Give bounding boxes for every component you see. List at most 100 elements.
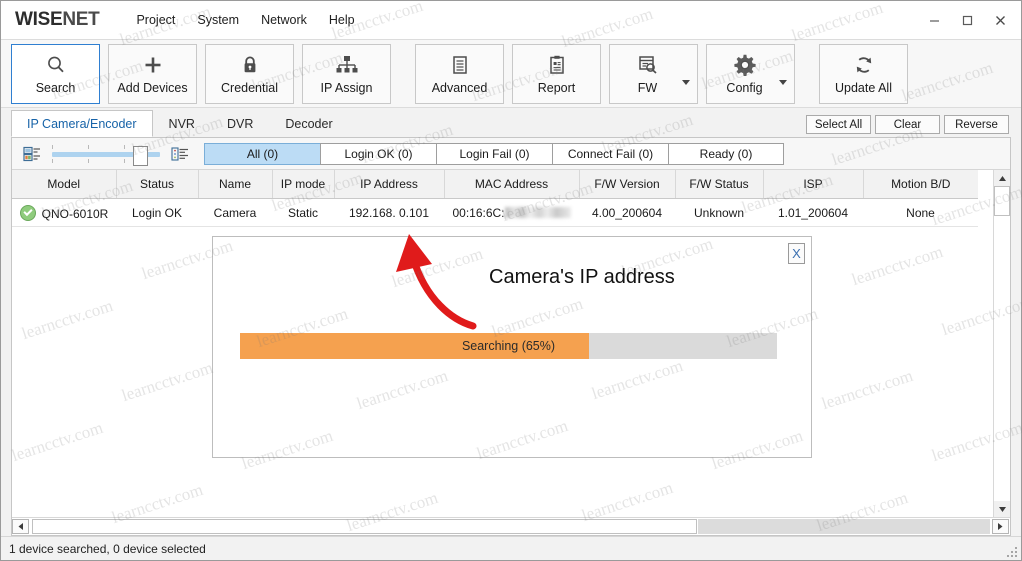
brand-wise-text: WISE xyxy=(15,9,62,31)
main-toolbar: Search Add Devices Credential xyxy=(1,40,1021,108)
filter-ready[interactable]: Ready (0) xyxy=(668,143,784,165)
cell-mac-address: 00:16:6C: xyxy=(444,199,579,227)
table-row[interactable]: QNO-6010R Login OK Camera Static 192.168… xyxy=(12,199,978,227)
toolbar-label-ip-assign: IP Assign xyxy=(321,81,373,95)
status-bar: 1 device searched, 0 device selected xyxy=(1,536,1021,560)
progress-label: Searching (65%) xyxy=(240,333,777,359)
column-header-isp[interactable]: ISP xyxy=(763,170,863,199)
menu-item-network[interactable]: Network xyxy=(250,9,318,31)
filter-bar: All (0) Login OK (0) Login Fail (0) Conn… xyxy=(12,138,1010,170)
vertical-scroll-thumb[interactable] xyxy=(994,186,1010,216)
table-header-row: Model Status Name IP mode IP Address MAC… xyxy=(12,170,978,199)
chevron-down-icon[interactable] xyxy=(682,80,690,85)
filter-login-fail[interactable]: Login Fail (0) xyxy=(436,143,552,165)
column-header-fw-status[interactable]: F/W Status xyxy=(675,170,763,199)
plus-icon xyxy=(142,52,164,78)
toolbar-label-update-all: Update All xyxy=(835,81,892,95)
toolbar-button-fw[interactable]: FW xyxy=(609,44,698,104)
horizontal-scrollbar[interactable] xyxy=(12,517,1010,535)
resize-grip[interactable] xyxy=(1005,545,1017,557)
lock-icon xyxy=(239,52,261,78)
minimize-button[interactable] xyxy=(918,5,951,35)
menu-item-project[interactable]: Project xyxy=(125,9,186,31)
vertical-scrollbar[interactable] xyxy=(993,170,1010,517)
tab-ip-camera-encoder[interactable]: IP Camera/Encoder xyxy=(11,110,153,137)
brand-net-text: NET xyxy=(62,9,99,31)
column-header-ip-mode[interactable]: IP mode xyxy=(272,170,334,199)
scroll-left-button[interactable] xyxy=(12,519,29,534)
column-header-model[interactable]: Model xyxy=(12,170,116,199)
menu-item-system[interactable]: System xyxy=(186,9,250,31)
dialog-close-button[interactable]: X xyxy=(788,243,805,264)
column-header-name[interactable]: Name xyxy=(198,170,272,199)
toolbar-button-search[interactable]: Search xyxy=(11,44,100,104)
chevron-down-icon[interactable] xyxy=(779,80,787,85)
menu-item-help[interactable]: Help xyxy=(318,9,366,31)
status-ok-icon xyxy=(20,205,36,221)
document-icon xyxy=(449,52,471,78)
toolbar-label-config: Config xyxy=(726,81,762,95)
slider-tick xyxy=(88,159,89,163)
cell-status: Login OK xyxy=(116,199,198,227)
refresh-icon xyxy=(853,52,875,78)
toolbar-button-add-devices[interactable]: Add Devices xyxy=(108,44,197,104)
clipboard-icon xyxy=(546,52,568,78)
column-header-motion-bd[interactable]: Motion B/D xyxy=(863,170,978,199)
toolbar-button-update-all[interactable]: Update All xyxy=(819,44,908,104)
toolbar-button-report[interactable]: Report xyxy=(512,44,601,104)
cell-fw-status: Unknown xyxy=(675,199,763,227)
toolbar-label-fw: FW xyxy=(638,81,657,95)
column-header-fw-version[interactable]: F/W Version xyxy=(579,170,675,199)
cell-motion-bd: None xyxy=(863,199,978,227)
reverse-button[interactable]: Reverse xyxy=(944,115,1009,134)
list-view-icon[interactable] xyxy=(22,145,42,163)
toolbar-label-report: Report xyxy=(538,81,576,95)
scroll-up-button[interactable] xyxy=(994,170,1010,186)
slider-tick xyxy=(88,145,89,149)
filter-connect-fail[interactable]: Connect Fail (0) xyxy=(552,143,668,165)
close-button[interactable] xyxy=(984,5,1017,35)
redacted-mac-suffix xyxy=(505,207,571,218)
horizontal-scroll-thumb[interactable] xyxy=(32,519,697,534)
scroll-right-button[interactable] xyxy=(992,519,1009,534)
toolbar-button-credential[interactable]: Credential xyxy=(205,44,294,104)
cell-mac-prefix: 00:16:6C: xyxy=(452,206,504,220)
cell-model-text: QNO-6010R xyxy=(42,207,109,221)
device-table-container: Model Status Name IP mode IP Address MAC… xyxy=(12,170,1010,517)
slider-tick xyxy=(52,159,53,163)
scroll-down-button[interactable] xyxy=(994,501,1010,517)
cell-ip-mode: Static xyxy=(272,199,334,227)
cell-isp: 1.01_200604 xyxy=(763,199,863,227)
toolbar-button-ip-assign[interactable]: IP Assign xyxy=(302,44,391,104)
column-header-mac-address[interactable]: MAC Address xyxy=(444,170,579,199)
detail-view-icon[interactable] xyxy=(170,145,190,163)
status-filter-group: All (0) Login OK (0) Login Fail (0) Conn… xyxy=(204,143,784,165)
menu-bar: Project System Network Help xyxy=(125,9,365,31)
tab-nvr[interactable]: NVR xyxy=(153,110,211,137)
clear-button[interactable]: Clear xyxy=(875,115,940,134)
select-all-button[interactable]: Select All xyxy=(806,115,871,134)
title-bar: WISENET Project System Network Help xyxy=(1,1,1021,40)
horizontal-scroll-track[interactable] xyxy=(698,519,990,534)
column-header-ip-address[interactable]: IP Address xyxy=(334,170,444,199)
tab-dvr[interactable]: DVR xyxy=(211,110,269,137)
cell-name: Camera xyxy=(198,199,272,227)
toolbar-label-search: Search xyxy=(36,81,76,95)
thumbnail-size-slider[interactable] xyxy=(52,144,160,164)
filter-login-ok[interactable]: Login OK (0) xyxy=(320,143,436,165)
filter-all[interactable]: All (0) xyxy=(204,143,320,165)
toolbar-label-credential: Credential xyxy=(221,81,278,95)
cell-model: QNO-6010R xyxy=(12,199,116,227)
slider-thumb[interactable] xyxy=(133,146,148,166)
toolbar-button-config[interactable]: Config xyxy=(706,44,795,104)
search-progress-bar: Searching (65%) xyxy=(240,333,777,359)
application-window: WISENET Project System Network Help xyxy=(0,0,1022,561)
network-tree-icon xyxy=(335,52,359,78)
tab-decoder[interactable]: Decoder xyxy=(269,110,348,137)
column-header-status[interactable]: Status xyxy=(116,170,198,199)
toolbar-label-add-devices: Add Devices xyxy=(117,81,187,95)
maximize-button[interactable] xyxy=(951,5,984,35)
toolbar-button-advanced[interactable]: Advanced xyxy=(415,44,504,104)
cell-fw-version: 4.00_200604 xyxy=(579,199,675,227)
device-table: Model Status Name IP mode IP Address MAC… xyxy=(12,170,978,227)
